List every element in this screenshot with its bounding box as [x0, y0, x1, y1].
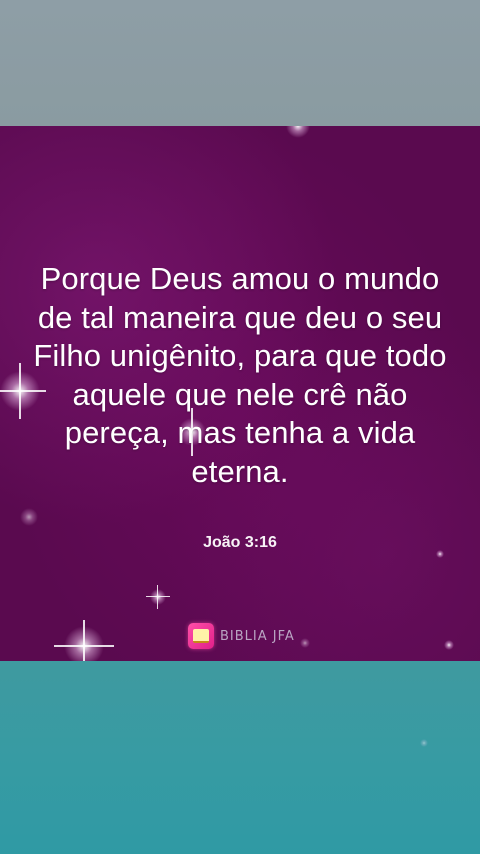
verse-reference: João 3:16: [203, 534, 277, 551]
bottom-background: [0, 661, 480, 854]
book-icon: [188, 623, 214, 649]
top-background: [0, 0, 480, 126]
logo-text: BIBLIA JFA: [220, 628, 295, 644]
app-logo: BIBLIA JFA: [188, 623, 295, 649]
screen: Porque Deus amou o mundo de tal maneira …: [0, 0, 480, 854]
verse-text: Porque Deus amou o mundo de tal maneira …: [33, 261, 447, 489]
